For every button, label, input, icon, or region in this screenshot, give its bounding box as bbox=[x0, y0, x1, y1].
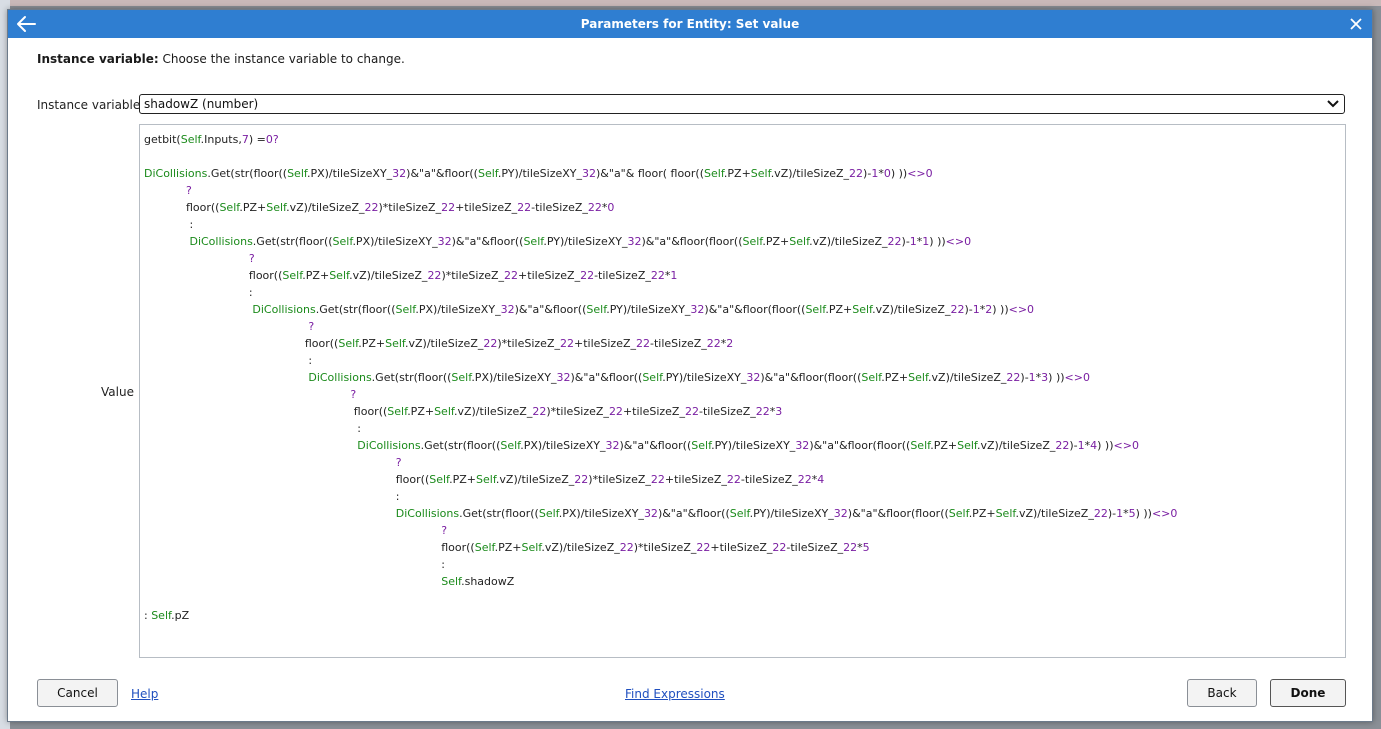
chevron-down-icon bbox=[1327, 100, 1339, 108]
code-line: floor((Self.PZ+Self.vZ)/tileSizeZ_22)*ti… bbox=[144, 201, 615, 214]
expression-code: getbit(Self.Inputs,7) =0? DiCollisions.G… bbox=[144, 131, 1177, 624]
value-expression-editor[interactable]: getbit(Self.Inputs,7) =0? DiCollisions.G… bbox=[139, 124, 1346, 658]
code-line: floor((Self.PZ+Self.vZ)/tileSizeZ_22)*ti… bbox=[144, 473, 825, 486]
cancel-button[interactable]: Cancel bbox=[37, 679, 118, 707]
code-line: : bbox=[144, 490, 400, 503]
code-line: ? bbox=[441, 524, 448, 537]
code-line: ? bbox=[185, 184, 192, 197]
parameters-dialog: Parameters for Entity: Set value Instanc… bbox=[7, 9, 1373, 722]
code-line: : bbox=[144, 218, 194, 231]
code-line: DiCollisions.Get(str(floor((Self.PX)/til… bbox=[189, 235, 972, 248]
instance-variable-value: shadowZ (number) bbox=[144, 97, 259, 111]
title-bar: Parameters for Entity: Set value bbox=[8, 10, 1372, 38]
code-line: : bbox=[144, 354, 313, 367]
code-line: floor((Self.PZ+Self.vZ)/tileSizeZ_22)*ti… bbox=[144, 269, 678, 282]
code-line: floor((Self.PZ+Self.vZ)/tileSizeZ_22)*ti… bbox=[144, 541, 870, 554]
code-line: getbit(Self.Inputs,7) =0? bbox=[144, 133, 279, 146]
code-line: : bbox=[144, 558, 445, 571]
code-line: floor((Self.PZ+Self.vZ)/tileSizeZ_22)*ti… bbox=[144, 337, 734, 350]
back-button[interactable]: Back bbox=[1187, 679, 1257, 707]
code-line: DiCollisions.Get(str(floor((Self.PX)/til… bbox=[357, 439, 1139, 452]
code-line: ? bbox=[395, 456, 402, 469]
instance-variable-label: Instance variable bbox=[37, 98, 141, 112]
code-line: DiCollisions.Get(str(floor((Self.PX)/til… bbox=[252, 303, 1035, 316]
code-line: DiCollisions.Get(str(floor((Self.PX)/til… bbox=[144, 167, 933, 180]
code-line: ? bbox=[308, 320, 315, 333]
background-top bbox=[0, 0, 1381, 6]
code-line: : Self.pZ bbox=[144, 609, 190, 622]
help-link[interactable]: Help bbox=[131, 687, 158, 701]
instance-variable-select[interactable]: shadowZ (number) bbox=[139, 94, 1345, 114]
value-label: Value bbox=[101, 385, 134, 399]
code-line: ? bbox=[248, 252, 255, 265]
code-line: : bbox=[144, 422, 361, 435]
done-button[interactable]: Done bbox=[1270, 679, 1346, 707]
code-line: ? bbox=[350, 388, 357, 401]
parameter-description: Instance variable: Choose the instance v… bbox=[37, 52, 405, 66]
code-line: floor((Self.PZ+Self.vZ)/tileSizeZ_22)*ti… bbox=[144, 405, 783, 418]
parameter-heading: Instance variable: bbox=[37, 52, 159, 66]
find-expressions-link[interactable]: Find Expressions bbox=[625, 687, 725, 701]
code-line: Self.shadowZ bbox=[441, 575, 515, 588]
dialog-title: Parameters for Entity: Set value bbox=[580, 17, 800, 31]
code-line: : bbox=[144, 286, 253, 299]
parameter-help-text: Choose the instance variable to change. bbox=[158, 52, 405, 66]
code-line: DiCollisions.Get(str(floor((Self.PX)/til… bbox=[395, 507, 1178, 520]
code-line: DiCollisions.Get(str(floor((Self.PX)/til… bbox=[308, 371, 1090, 384]
close-icon[interactable] bbox=[1348, 16, 1364, 32]
